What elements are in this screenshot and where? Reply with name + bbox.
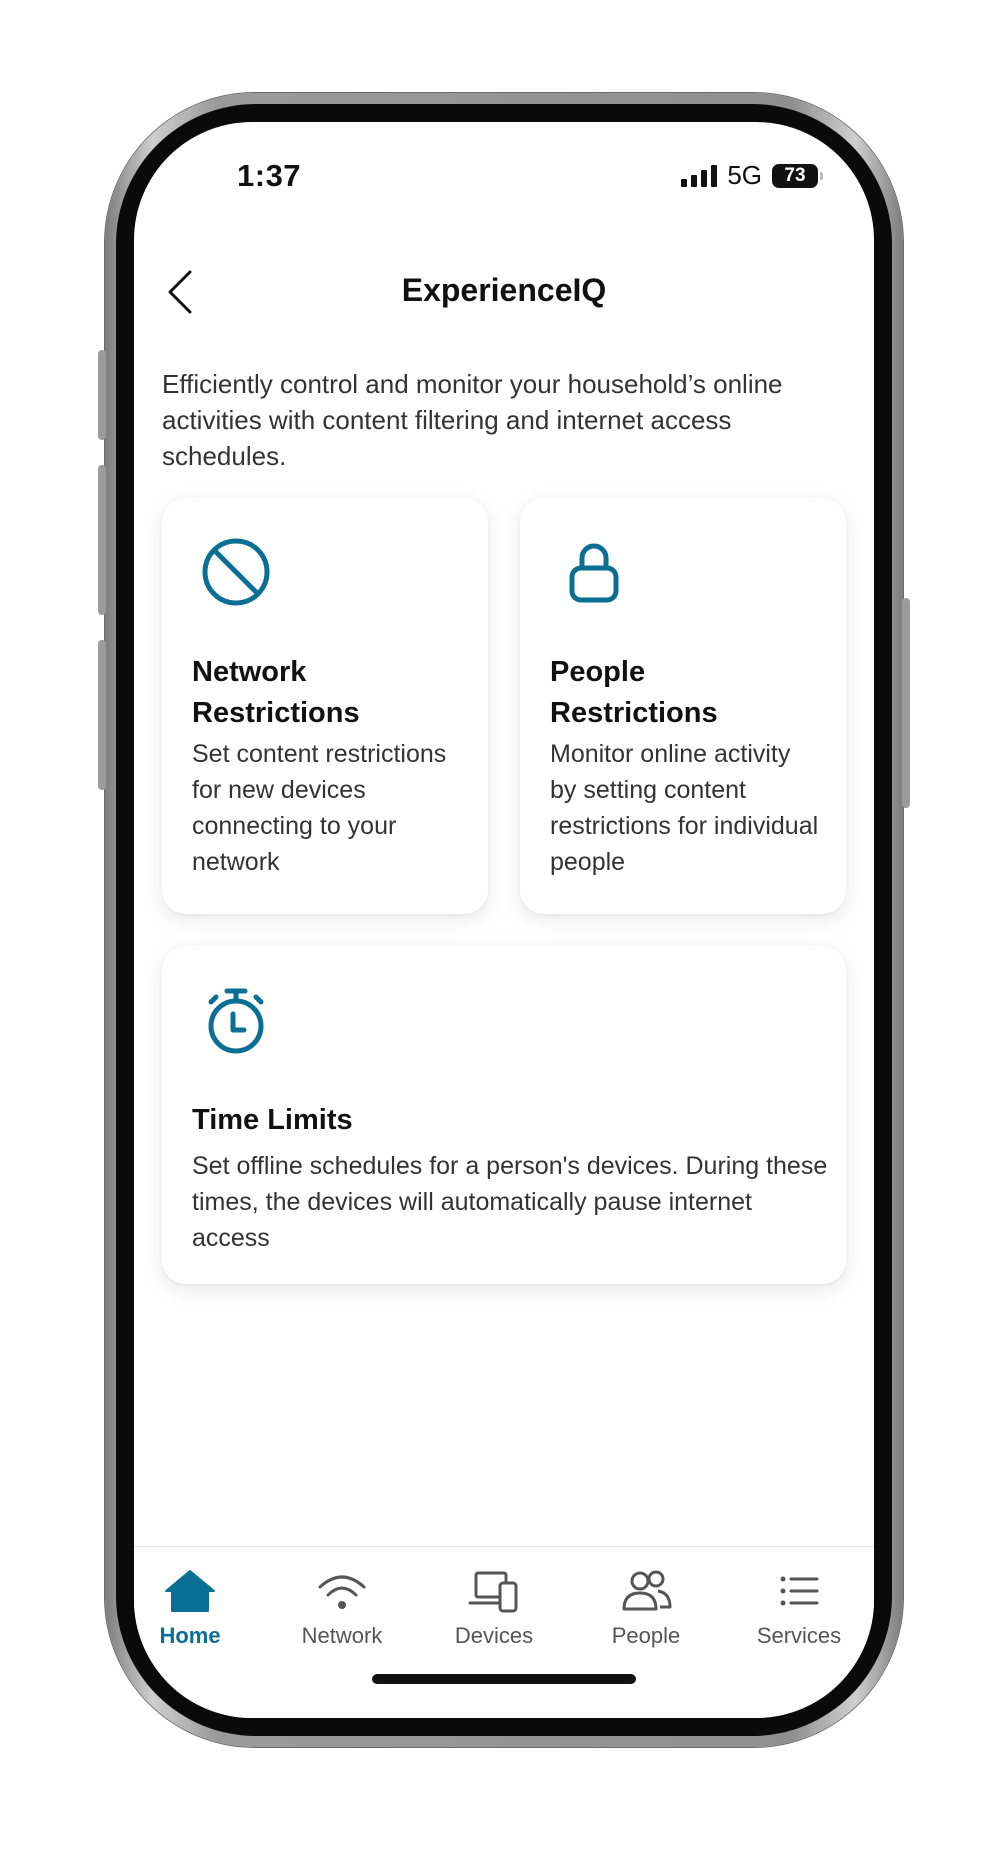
- lock-icon: [569, 543, 619, 603]
- side-button: [98, 350, 106, 440]
- tab-people[interactable]: People: [581, 1567, 711, 1649]
- tab-network[interactable]: Network: [277, 1567, 407, 1649]
- battery-icon: 73: [772, 163, 823, 188]
- battery-level: 73: [784, 164, 806, 186]
- people-restrictions-card[interactable]: People Restrictions Monitor online activ…: [520, 498, 846, 914]
- card-title: Time Limits: [192, 1104, 353, 1136]
- tab-label: Network: [301, 1623, 383, 1648]
- side-button: [98, 640, 106, 790]
- bottom-tab-bar: Home Network Devices People Services: [134, 1546, 874, 1718]
- wifi-icon: [318, 1575, 366, 1609]
- card-description: Set content restrictions for new devices…: [192, 740, 447, 876]
- side-button: [902, 598, 910, 808]
- tab-home[interactable]: Home: [134, 1567, 255, 1649]
- time-limits-card[interactable]: Time Limits Set offline schedules for a …: [162, 946, 846, 1284]
- tab-devices[interactable]: Devices: [429, 1567, 559, 1649]
- card-description: Set offline schedules for a person's dev…: [192, 1152, 828, 1252]
- tab-label: Home: [159, 1623, 221, 1648]
- home-indicator[interactable]: [372, 1674, 636, 1684]
- phone-screen: 1:37 5G 73 ExperienceIQ Efficiently cont…: [134, 122, 874, 1718]
- card-description: Monitor online activity by setting conte…: [550, 740, 819, 876]
- devices-icon: [468, 1571, 518, 1613]
- network-type: 5G: [727, 160, 762, 190]
- page-title: ExperienceIQ: [401, 272, 607, 308]
- list-icon: [780, 1576, 819, 1606]
- card-title: People Restrictions: [550, 656, 718, 729]
- status-indicators: 5G 73: [681, 160, 823, 191]
- side-button: [98, 465, 106, 615]
- status-time: 1:37: [237, 158, 302, 193]
- tab-label: People: [611, 1623, 681, 1648]
- network-restrictions-card[interactable]: Network Restrictions Set content restric…: [162, 498, 488, 914]
- intro-text: Efficiently control and monitor your hou…: [162, 369, 783, 471]
- prohibited-icon: [202, 538, 270, 606]
- signal-icon: [681, 164, 718, 187]
- card-title: Network Restrictions: [192, 656, 360, 729]
- stopwatch-icon: [208, 988, 264, 1054]
- home-icon: [165, 1570, 215, 1612]
- tab-label: Services: [756, 1623, 842, 1648]
- people-icon: [622, 1570, 672, 1611]
- tab-label: Devices: [454, 1623, 534, 1648]
- tab-services[interactable]: Services: [734, 1567, 864, 1649]
